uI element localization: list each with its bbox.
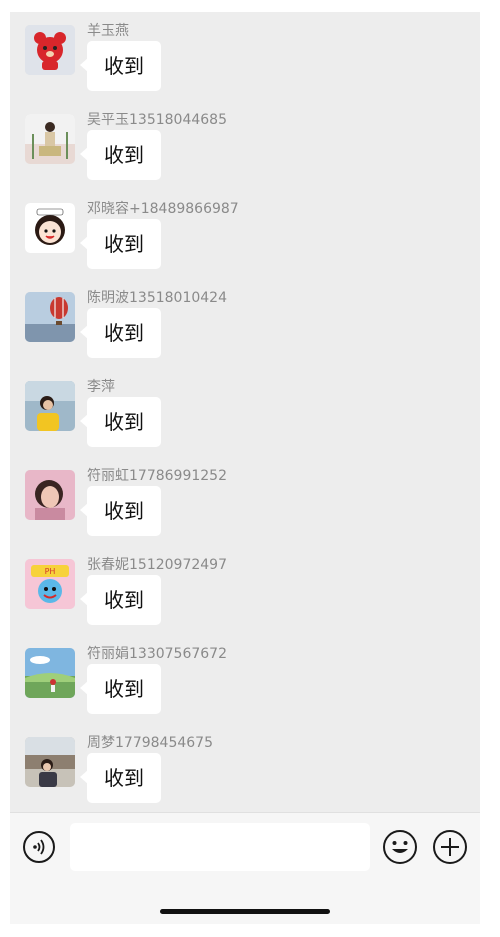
- sender-name: 羊玉燕: [87, 23, 129, 39]
- sender-name: 李萍: [87, 379, 115, 395]
- svg-text:PH: PH: [45, 567, 56, 576]
- message-bubble[interactable]: 收到: [80, 664, 161, 714]
- woman-portrait-avatar[interactable]: [25, 470, 75, 520]
- message-row: 吴平玉13518044685 收到: [10, 101, 480, 190]
- sender-name: 陈明波13518010424: [87, 290, 227, 306]
- voice-icon[interactable]: [23, 831, 55, 863]
- sender-name: 张春妮15120972497: [87, 557, 227, 573]
- home-indicator[interactable]: [160, 909, 330, 914]
- message-list[interactable]: 羊玉燕 收到 吴平玉13518044685 收到 邓晓容+18489866987…: [10, 12, 480, 812]
- message-row: 符丽虹17786991252 收到: [10, 457, 480, 546]
- red-bear-avatar[interactable]: [25, 25, 75, 75]
- message-bubble[interactable]: 收到: [80, 41, 161, 91]
- woman-yellow-avatar[interactable]: [25, 381, 75, 431]
- woman-outdoor-avatar[interactable]: [25, 737, 75, 787]
- woman-photo-avatar[interactable]: [25, 114, 75, 164]
- message-row: PH 张春妮15120972497 收到: [10, 546, 480, 635]
- message-bubble[interactable]: 收到: [80, 308, 161, 358]
- message-bubble[interactable]: 收到: [80, 753, 161, 803]
- message-row: 羊玉燕 收到: [10, 12, 480, 101]
- sender-name: 吴平玉13518044685: [87, 112, 227, 128]
- cartoon-sticker-avatar[interactable]: PH: [25, 559, 75, 609]
- message-bubble[interactable]: 收到: [80, 219, 161, 269]
- input-bar: [10, 812, 480, 924]
- cartoon-girl-avatar[interactable]: [25, 203, 75, 253]
- message-input[interactable]: [70, 823, 370, 871]
- sender-name: 邓晓容+18489866987: [87, 201, 239, 217]
- message-row: 符丽娟13307567672 收到: [10, 635, 480, 724]
- sender-name: 符丽虹17786991252: [87, 468, 227, 484]
- message-row: 周梦17798454675 收到: [10, 724, 480, 812]
- message-bubble[interactable]: 收到: [80, 575, 161, 625]
- sender-name: 周梦17798454675: [87, 735, 213, 751]
- plus-icon[interactable]: [432, 829, 468, 865]
- message-row: 李萍 收到: [10, 368, 480, 457]
- chat-screen: 羊玉燕 收到 吴平玉13518044685 收到 邓晓容+18489866987…: [10, 12, 480, 924]
- hot-air-balloon-avatar[interactable]: [25, 292, 75, 342]
- message-bubble[interactable]: 收到: [80, 397, 161, 447]
- sender-name: 符丽娟13307567672: [87, 646, 227, 662]
- landscape-avatar[interactable]: [25, 648, 75, 698]
- emoji-icon[interactable]: [382, 829, 418, 865]
- message-row: 邓晓容+18489866987 收到: [10, 190, 480, 279]
- message-bubble[interactable]: 收到: [80, 130, 161, 180]
- message-bubble[interactable]: 收到: [80, 486, 161, 536]
- message-row: 陈明波13518010424 收到: [10, 279, 480, 368]
